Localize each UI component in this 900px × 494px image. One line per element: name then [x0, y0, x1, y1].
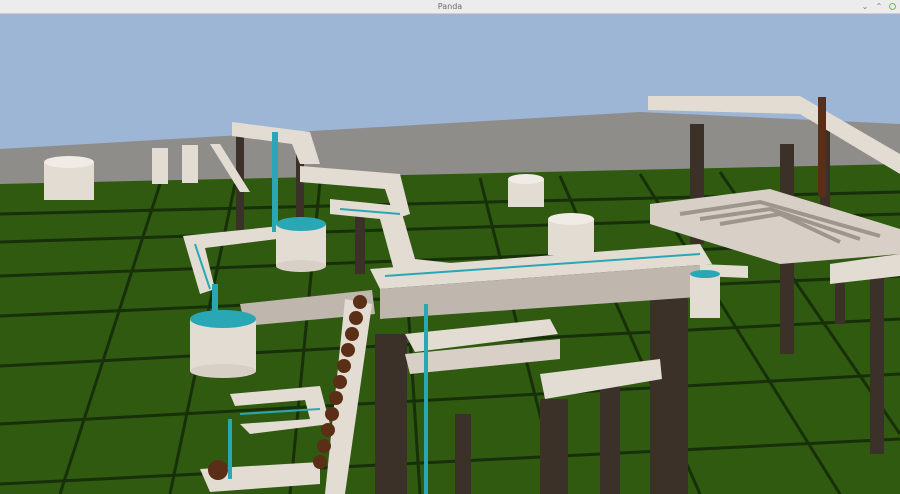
- title-bar[interactable]: Panda ⌄ ⌃: [0, 0, 900, 14]
- window-title: Panda: [437, 2, 463, 11]
- app-window: Panda ⌄ ⌃: [0, 0, 900, 494]
- close-icon: [888, 3, 896, 10]
- scene: [0, 14, 900, 494]
- minimize-button[interactable]: ⌄: [860, 2, 870, 11]
- 3d-viewport[interactable]: [0, 14, 900, 494]
- maximize-button[interactable]: ⌃: [874, 2, 884, 11]
- close-button[interactable]: [887, 2, 897, 11]
